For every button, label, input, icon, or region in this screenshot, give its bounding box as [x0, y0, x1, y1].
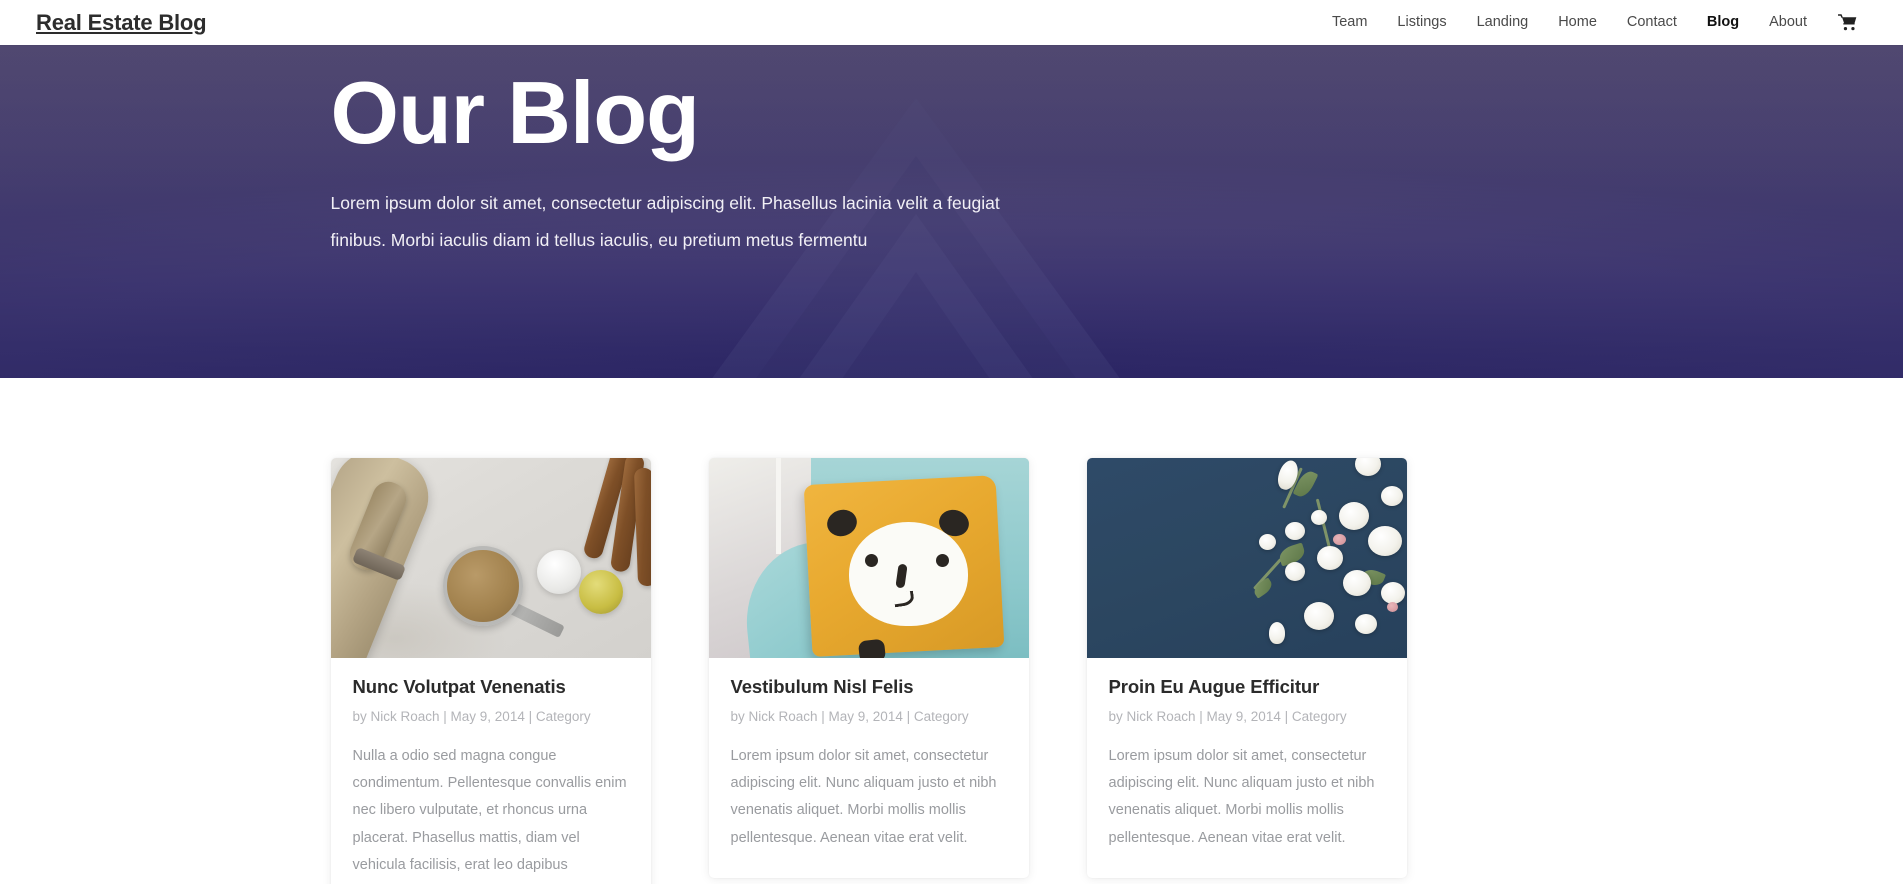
nav-item-listings[interactable]: Listings — [1382, 0, 1461, 45]
blog-post-grid: Nunc Volutpat Venenatis by Nick Roach | … — [307, 458, 1597, 884]
shopping-cart-icon[interactable] — [1822, 14, 1867, 31]
main-navigation: Team Listings Landing Home Contact Blog … — [1317, 0, 1867, 45]
hero-subtitle: Lorem ipsum dolor sit amet, consectetur … — [330, 193, 1000, 250]
page-title: Our Blog — [330, 63, 700, 162]
post-excerpt: Lorem ipsum dolor sit amet, consectetur … — [730, 747, 997, 846]
post-excerpt: Nulla a odio sed magna congue condimentu… — [352, 747, 627, 873]
hero-banner: Our Blog Lorem ipsum dolor sit amet, con… — [0, 45, 1903, 378]
nav-item-landing[interactable]: Landing — [1462, 0, 1544, 45]
post-thumbnail-image[interactable] — [330, 458, 651, 658]
post-thumbnail-image[interactable] — [708, 458, 1029, 658]
blog-post-card[interactable]: Nunc Volutpat Venenatis by Nick Roach | … — [330, 458, 651, 884]
blog-section: Nunc Volutpat Venenatis by Nick Roach | … — [0, 378, 1903, 884]
post-thumbnail-image[interactable] — [1086, 458, 1407, 658]
post-body: Proin Eu Augue Efficitur by Nick Roach |… — [1087, 658, 1407, 878]
hero-content: Our Blog Lorem ipsum dolor sit amet, con… — [307, 45, 1597, 378]
post-title[interactable]: Vestibulum Nisl Felis — [731, 675, 1007, 699]
post-title[interactable]: Nunc Volutpat Venenatis — [353, 675, 629, 699]
nav-item-blog[interactable]: Blog — [1692, 0, 1754, 45]
post-body: Nunc Volutpat Venenatis by Nick Roach | … — [331, 658, 651, 884]
nav-item-home[interactable]: Home — [1543, 0, 1612, 45]
post-meta: by Nick Roach | May 9, 2014 | Category — [1108, 709, 1347, 725]
brand-logo[interactable]: Real Estate Blog — [36, 10, 207, 36]
nav-item-about[interactable]: About — [1754, 0, 1822, 45]
site-header: Real Estate Blog Team Listings Landing H… — [0, 0, 1903, 45]
nav-item-contact[interactable]: Contact — [1612, 0, 1692, 45]
post-title[interactable]: Proin Eu Augue Efficitur — [1109, 675, 1385, 699]
post-meta: by Nick Roach | May 9, 2014 | Category — [730, 709, 969, 725]
post-excerpt: Lorem ipsum dolor sit amet, consectetur … — [1108, 747, 1375, 846]
post-body: Vestibulum Nisl Felis by Nick Roach | Ma… — [709, 658, 1029, 878]
nav-item-team[interactable]: Team — [1317, 0, 1382, 45]
post-meta: by Nick Roach | May 9, 2014 | Category — [352, 709, 591, 725]
blog-post-card[interactable]: Vestibulum Nisl Felis by Nick Roach | Ma… — [708, 458, 1029, 878]
blog-post-card[interactable]: Proin Eu Augue Efficitur by Nick Roach |… — [1086, 458, 1407, 878]
